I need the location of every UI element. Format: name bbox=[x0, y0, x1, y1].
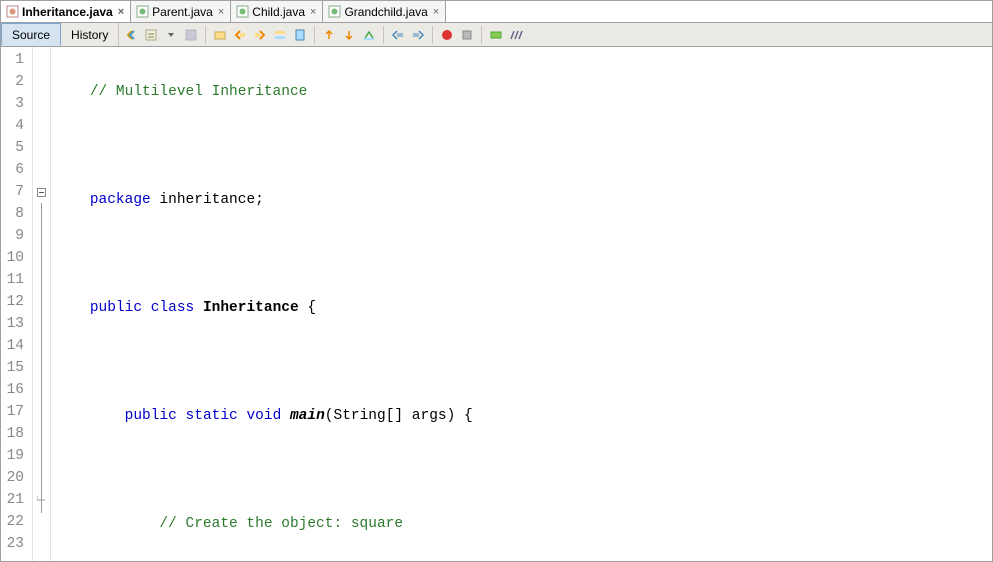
line-number: 3 bbox=[1, 93, 32, 115]
line-number: 23 bbox=[1, 533, 32, 555]
tab-parent[interactable]: Parent.java × bbox=[131, 1, 231, 22]
editor-toolbar-row: Source History bbox=[1, 23, 992, 47]
java-class-icon bbox=[327, 5, 341, 19]
next-bookmark-icon[interactable] bbox=[341, 27, 357, 43]
code-keyword: void bbox=[246, 408, 281, 424]
close-icon[interactable]: × bbox=[216, 6, 226, 18]
line-number: 13 bbox=[1, 313, 32, 335]
line-number: 15 bbox=[1, 357, 32, 379]
line-number: 12 bbox=[1, 291, 32, 313]
line-number: 17 bbox=[1, 401, 32, 423]
line-number: 20 bbox=[1, 467, 32, 489]
separator bbox=[383, 26, 384, 44]
forward-icon[interactable] bbox=[143, 27, 159, 43]
tab-child[interactable]: Child.java × bbox=[231, 1, 323, 22]
toggle-bookmark2-icon[interactable] bbox=[361, 27, 377, 43]
line-number: 16 bbox=[1, 379, 32, 401]
line-number: 19 bbox=[1, 445, 32, 467]
find-next-icon[interactable] bbox=[252, 27, 268, 43]
code-keyword: public bbox=[125, 408, 177, 424]
line-number: 7 bbox=[1, 181, 32, 203]
java-class-icon bbox=[135, 5, 149, 19]
code-keyword: class bbox=[151, 300, 195, 316]
close-icon[interactable]: × bbox=[308, 6, 318, 18]
code-comment: // Create the object: square bbox=[159, 516, 403, 532]
close-icon[interactable]: × bbox=[116, 6, 126, 18]
tab-label: Inheritance.java bbox=[22, 5, 113, 19]
fold-column bbox=[33, 47, 51, 561]
macro-record-icon[interactable] bbox=[439, 27, 455, 43]
code-comment: // Multilevel Inheritance bbox=[90, 84, 308, 100]
close-icon[interactable]: × bbox=[431, 6, 441, 18]
line-number: 8 bbox=[1, 203, 32, 225]
editor-toolbar bbox=[119, 26, 528, 44]
shift-left-icon[interactable] bbox=[390, 27, 406, 43]
line-number: 2 bbox=[1, 71, 32, 93]
separator bbox=[481, 26, 482, 44]
code-text: { bbox=[299, 300, 316, 316]
line-number: 9 bbox=[1, 225, 32, 247]
history-tab[interactable]: History bbox=[61, 23, 119, 46]
find-prev-icon[interactable] bbox=[232, 27, 248, 43]
prev-bookmark-icon[interactable] bbox=[321, 27, 337, 43]
fold-toggle-icon[interactable] bbox=[33, 181, 50, 203]
tab-grandchild[interactable]: Grandchild.java × bbox=[323, 1, 446, 22]
code-editor[interactable]: 1234567891011121314151617181920212223 //… bbox=[1, 47, 992, 561]
code-keyword: public bbox=[90, 300, 142, 316]
back-icon[interactable] bbox=[123, 27, 139, 43]
comment-icon[interactable] bbox=[488, 27, 504, 43]
code-text: (String[] args) { bbox=[325, 408, 473, 424]
tab-label: Parent.java bbox=[152, 5, 213, 19]
separator bbox=[205, 26, 206, 44]
separator bbox=[432, 26, 433, 44]
line-number: 10 bbox=[1, 247, 32, 269]
find-selection-icon[interactable] bbox=[212, 27, 228, 43]
line-number: 1 bbox=[1, 49, 32, 71]
toggle-bookmark-icon[interactable] bbox=[292, 27, 308, 43]
line-number: 11 bbox=[1, 269, 32, 291]
line-number: 18 bbox=[1, 423, 32, 445]
code-area[interactable]: // Multilevel Inheritance package inheri… bbox=[51, 47, 992, 561]
tab-inheritance[interactable]: Inheritance.java × bbox=[1, 1, 131, 22]
file-tabs: Inheritance.java × Parent.java × Child.j… bbox=[1, 1, 992, 23]
line-gutter: 1234567891011121314151617181920212223 bbox=[1, 47, 33, 561]
macro-stop-icon[interactable] bbox=[459, 27, 475, 43]
tab-label: Child.java bbox=[252, 5, 305, 19]
code-keyword: static bbox=[186, 408, 238, 424]
uncomment-icon[interactable] bbox=[508, 27, 524, 43]
line-number: 22 bbox=[1, 511, 32, 533]
code-method: main bbox=[290, 408, 325, 424]
line-number: 4 bbox=[1, 115, 32, 137]
code-keyword: package bbox=[90, 192, 151, 208]
separator bbox=[314, 26, 315, 44]
source-tab[interactable]: Source bbox=[1, 23, 61, 46]
java-file-icon bbox=[5, 5, 19, 19]
java-class-icon bbox=[235, 5, 249, 19]
tab-label: Grandchild.java bbox=[344, 5, 427, 19]
code-classname: Inheritance bbox=[203, 300, 299, 316]
line-number: 14 bbox=[1, 335, 32, 357]
code-text: inheritance; bbox=[151, 192, 264, 208]
dropdown-icon[interactable] bbox=[163, 27, 179, 43]
line-number: 21 bbox=[1, 489, 32, 511]
line-number: 5 bbox=[1, 137, 32, 159]
line-number: 6 bbox=[1, 159, 32, 181]
save-icon[interactable] bbox=[183, 27, 199, 43]
shift-right-icon[interactable] bbox=[410, 27, 426, 43]
toggle-highlight-icon[interactable] bbox=[272, 27, 288, 43]
